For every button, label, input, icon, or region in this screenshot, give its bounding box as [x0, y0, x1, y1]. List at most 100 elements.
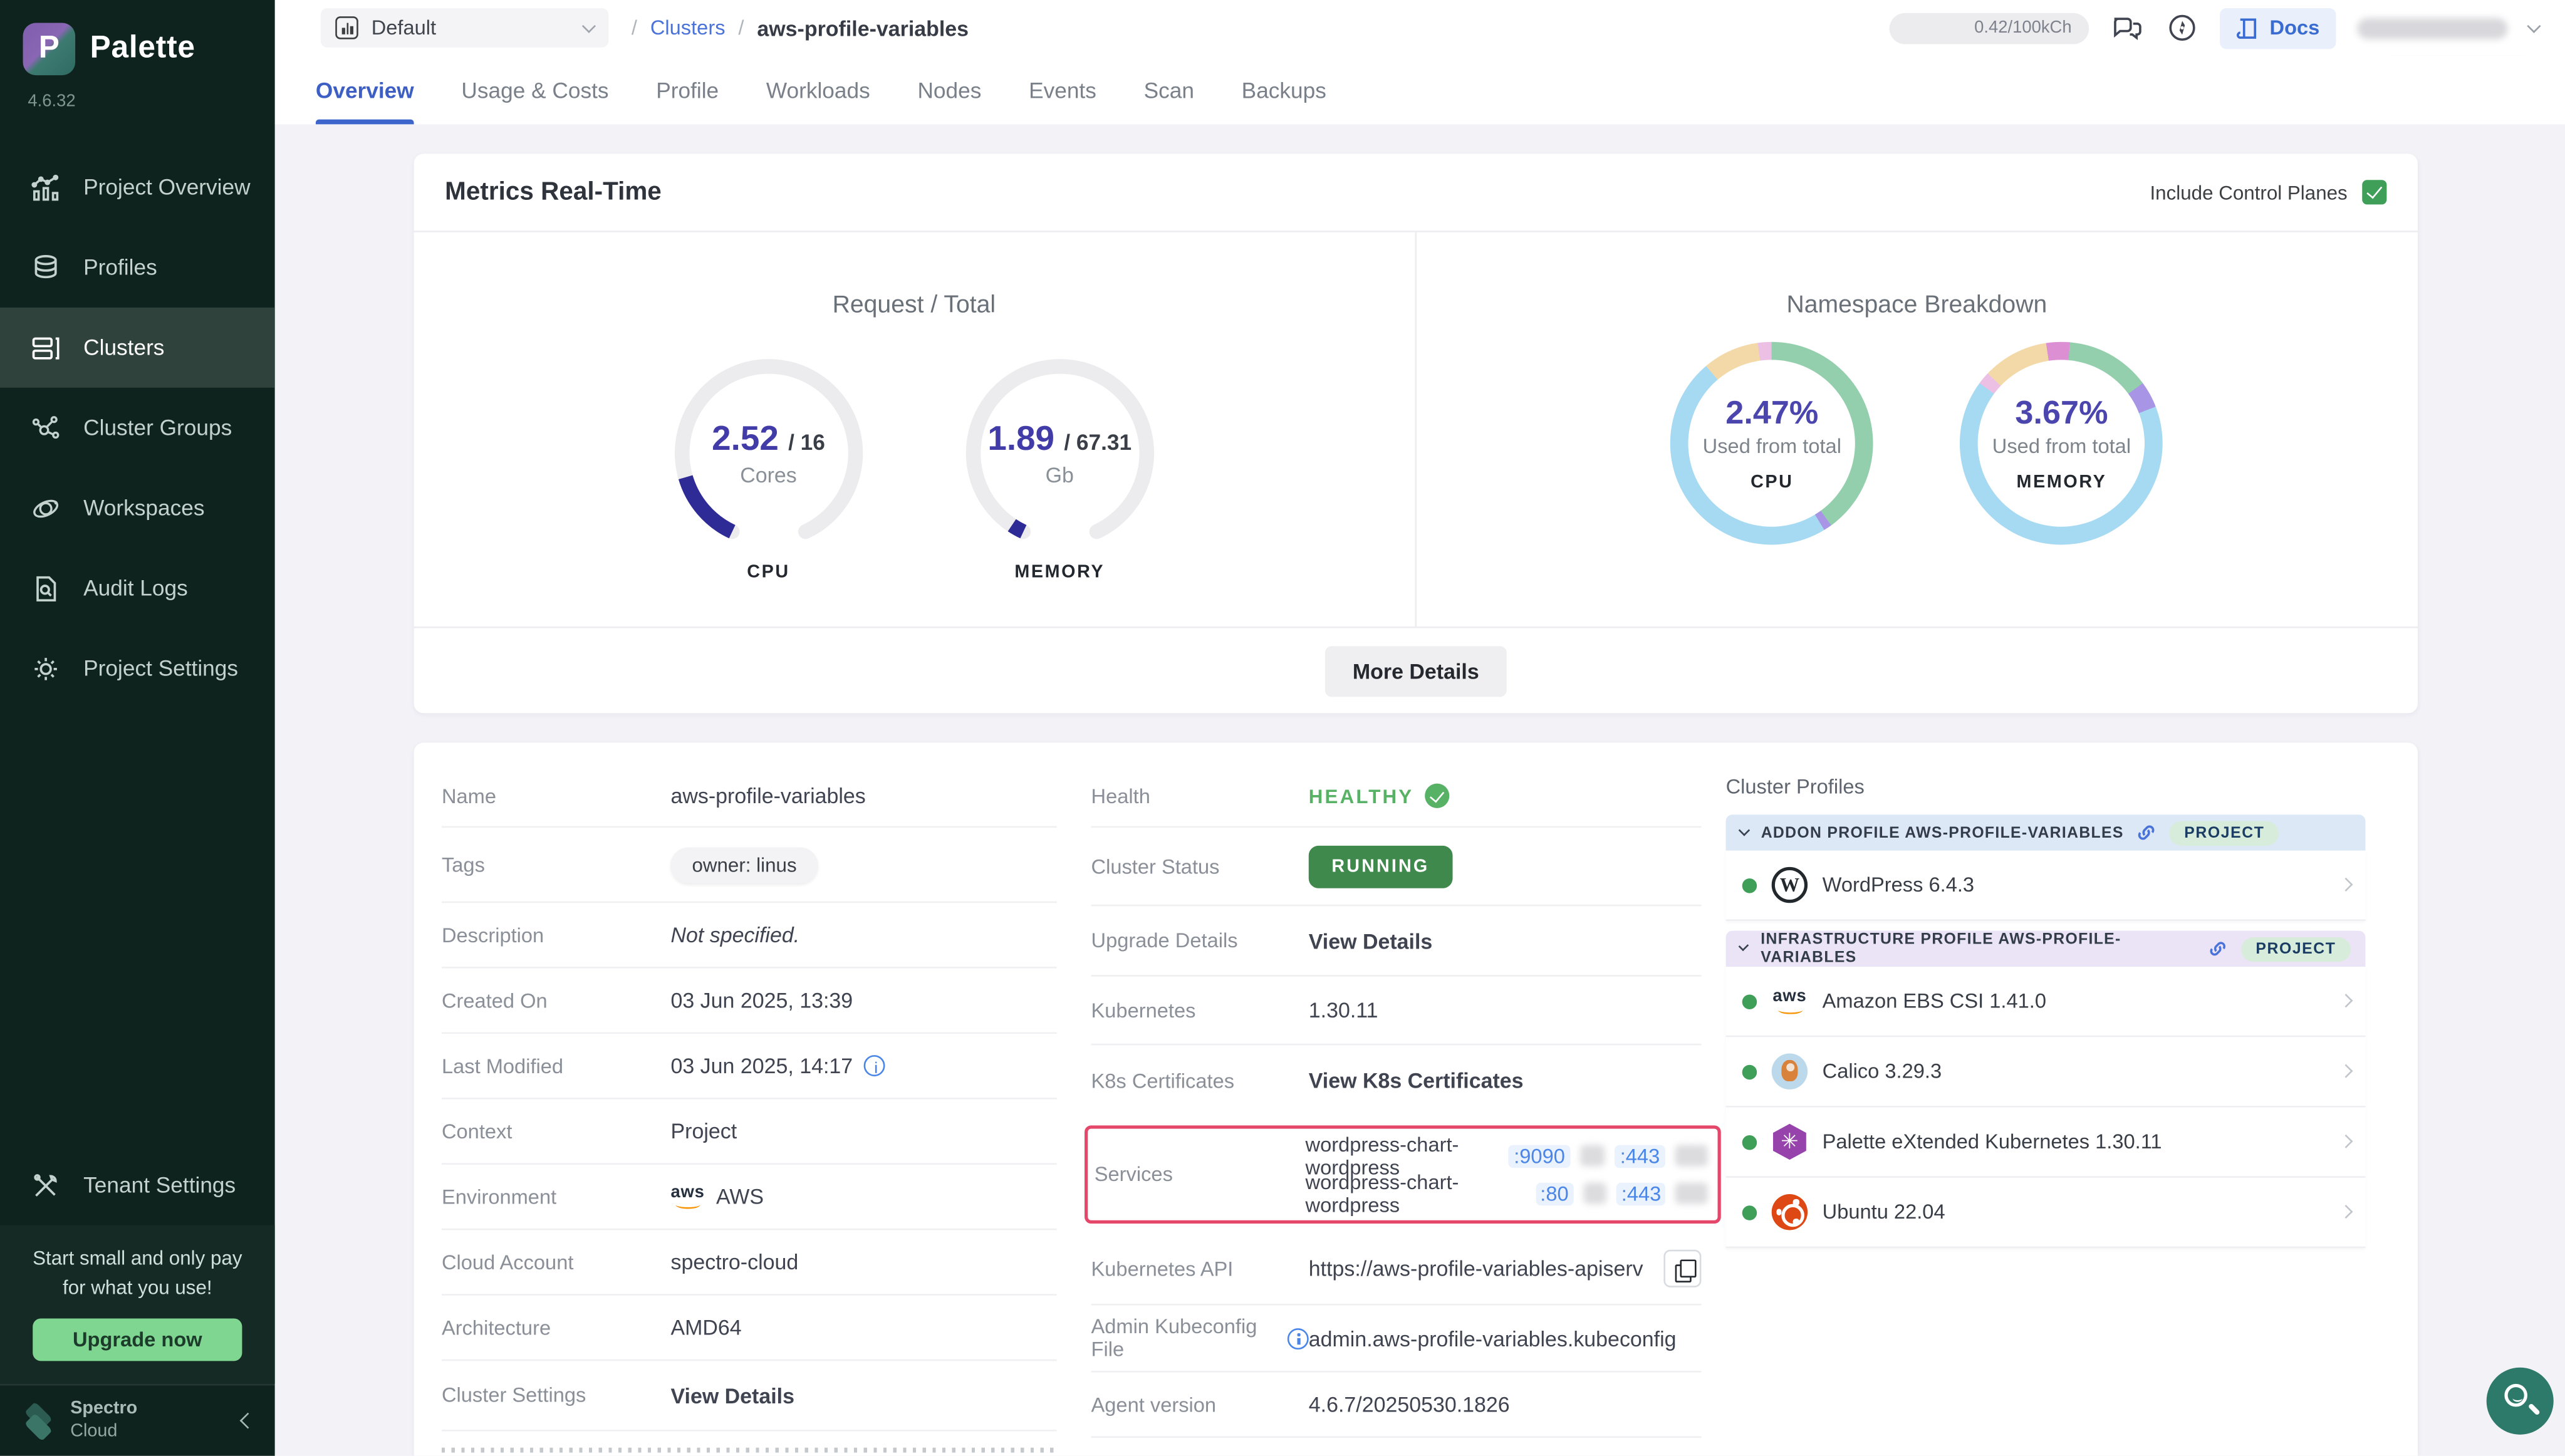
include-control-planes-label: Include Control Planes — [2150, 181, 2347, 204]
context-label: Context — [442, 1120, 671, 1143]
project-selector-value: Default — [372, 16, 436, 39]
info-icon[interactable] — [1288, 1328, 1309, 1349]
sidebar-bottom: Tenant Settings Start small and only pay… — [0, 1145, 275, 1456]
service-row: wordpress-chart-wordpress :9090 :443 — [1306, 1140, 1708, 1172]
namespace-breakdown-title: Namespace Breakdown — [1786, 291, 2047, 319]
sidebar-footer: Spectro Cloud — [0, 1384, 275, 1456]
service-port-link[interactable]: :80 — [1535, 1182, 1573, 1205]
details-left-column: Name aws-profile-variables Tags owner: l… — [442, 766, 1057, 1456]
k8s-certificates-label: K8s Certificates — [1091, 1069, 1309, 1092]
more-details-button[interactable]: More Details — [1324, 645, 1507, 696]
tags-label: Tags — [442, 853, 671, 876]
row-upgrade-details: Upgrade Details View Details — [1091, 906, 1702, 976]
sidebar-item-profiles[interactable]: Profiles — [0, 227, 275, 308]
namespace-cpu-label: CPU — [1751, 472, 1793, 491]
project-scope-icon — [335, 16, 358, 39]
admin-kubeconfig-link[interactable]: admin.aws-profile-variables.kubeconfig — [1309, 1326, 1677, 1350]
tab-events[interactable]: Events — [1029, 56, 1096, 125]
namespace-cpu-percent: 2.47% — [1725, 395, 1818, 433]
addon-profile-header[interactable]: ADDON PROFILE AWS-PROFILE-VARIABLES PROJ… — [1726, 814, 2366, 850]
namespace-cpu-text: 2.47% Used from total CPU — [1670, 342, 1873, 545]
cluster-status-label: Cluster Status — [1091, 855, 1309, 878]
row-kubernetes: Kubernetes 1.30.11 — [1091, 977, 1702, 1046]
include-control-planes-checkbox[interactable] — [2362, 180, 2386, 204]
support-widget-button[interactable] — [2487, 1368, 2554, 1435]
docs-button[interactable]: Docs — [2220, 8, 2336, 48]
sidebar-item-tenant-settings[interactable]: Tenant Settings — [0, 1145, 275, 1225]
health-value: HEALTHY — [1309, 784, 1414, 808]
infrastructure-profile-header[interactable]: INFRASTRUCTURE PROFILE AWS-PROFILE-VARIA… — [1726, 931, 2366, 967]
cluster-settings-view-details-link[interactable]: View Details — [670, 1383, 794, 1408]
memory-gauge-label: MEMORY — [1014, 563, 1105, 582]
namespace-memory-percent: 3.67% — [2015, 395, 2108, 433]
sidebar-item-project-overview[interactable]: Project Overview — [0, 147, 275, 227]
services-highlight-box: Services wordpress-chart-wordpress :9090… — [1085, 1125, 1721, 1224]
cloud-account-value: spectro-cloud — [670, 1250, 798, 1274]
breadcrumb-clusters-link[interactable]: Clusters — [650, 16, 726, 39]
cloud-account-label: Cloud Account — [442, 1251, 671, 1274]
collapse-sidebar-icon[interactable] — [240, 1413, 256, 1429]
upgrade-view-details-link[interactable]: View Details — [1309, 928, 1432, 953]
row-cluster-settings: Cluster Settings View Details — [442, 1361, 1057, 1431]
tab-profile[interactable]: Profile — [656, 56, 719, 125]
service-port-link[interactable]: :443 — [1615, 1144, 1665, 1167]
tab-backups[interactable]: Backups — [1242, 56, 1326, 125]
view-k8s-certificates-link[interactable]: View K8s Certificates — [1309, 1068, 1524, 1093]
service-port-link[interactable]: :9090 — [1509, 1144, 1569, 1167]
service-row: wordpress-chart-wordpress :80 :443 — [1306, 1178, 1708, 1209]
sidebar-item-clusters[interactable]: Clusters — [0, 308, 275, 388]
tools-icon — [29, 1169, 62, 1202]
profile-pack-palette-extended-kubernetes[interactable]: ✳ Palette eXtended Kubernetes 1.30.11 — [1726, 1108, 2366, 1178]
breadcrumb-separator: / — [632, 16, 637, 39]
breadcrumb-current: aws-profile-variables — [757, 16, 969, 40]
sidebar-item-label: Clusters — [83, 335, 164, 360]
kubernetes-label: Kubernetes — [1091, 999, 1309, 1022]
copy-icon[interactable] — [1663, 1250, 1701, 1287]
redacted-blob — [1676, 1183, 1708, 1204]
promo-line-2: for what you use! — [63, 1276, 212, 1299]
tab-overview[interactable]: Overview — [316, 56, 414, 125]
tab-usage-costs[interactable]: Usage & Costs — [461, 56, 608, 125]
profile-pack-amazon-ebs-csi[interactable]: aws Amazon EBS CSI 1.41.0 — [1726, 967, 2366, 1037]
include-control-planes: Include Control Planes — [2150, 180, 2386, 204]
sidebar-item-label: Profiles — [83, 255, 157, 279]
redacted-blob — [1583, 1183, 1606, 1204]
profile-pack-wordpress[interactable]: W WordPress 6.4.3 — [1726, 851, 2366, 921]
info-icon[interactable] — [864, 1055, 885, 1076]
feedback-chat-button[interactable] — [2111, 11, 2145, 44]
status-dot — [1742, 1064, 1757, 1078]
name-value: aws-profile-variables — [670, 784, 865, 808]
sidebar-item-workspaces[interactable]: Workspaces — [0, 468, 275, 548]
service-port-link[interactable]: :443 — [1616, 1182, 1666, 1205]
sidebar-item-project-settings[interactable]: Project Settings — [0, 628, 275, 709]
row-cloud-account: Cloud Account spectro-cloud — [442, 1230, 1057, 1295]
help-compass-button[interactable] — [2167, 11, 2199, 44]
row-created-on: Created On 03 Jun 2025, 13:39 — [442, 969, 1057, 1034]
chevron-down-icon[interactable] — [2527, 18, 2541, 32]
project-selector[interactable]: Default — [321, 8, 609, 48]
ubuntu-icon — [1772, 1194, 1808, 1230]
sidebar-item-cluster-groups[interactable]: Cluster Groups — [0, 388, 275, 468]
check-circle-icon — [1425, 784, 1450, 808]
last-modified-value: 03 Jun 2025, 14:17 — [670, 1053, 853, 1078]
tag-pill: owner: linus — [670, 846, 818, 882]
profile-pack-ubuntu[interactable]: Ubuntu 22.04 — [1726, 1178, 2366, 1248]
gear-icon — [29, 652, 62, 684]
name-label: Name — [442, 784, 671, 808]
tab-nodes[interactable]: Nodes — [917, 56, 981, 125]
profile-pack-calico[interactable]: Calico 3.29.3 — [1726, 1037, 2366, 1107]
running-status-badge: RUNNING — [1309, 845, 1452, 888]
pack-name: Palette eXtended Kubernetes 1.30.11 — [1823, 1130, 2162, 1153]
status-dot — [1742, 1135, 1757, 1149]
sidebar-item-audit-logs[interactable]: Audit Logs — [0, 548, 275, 628]
last-modified-label: Last Modified — [442, 1054, 671, 1078]
user-name-redacted[interactable] — [2357, 17, 2507, 38]
pxk-icon: ✳ — [1772, 1124, 1808, 1160]
tab-scan[interactable]: Scan — [1144, 56, 1194, 125]
spectro-cloud-name: Spectro Cloud — [70, 1398, 137, 1443]
chevron-down-icon — [1739, 825, 1750, 836]
tab-workloads[interactable]: Workloads — [766, 56, 870, 125]
footer-brand-bottom: Cloud — [70, 1421, 117, 1440]
chevron-right-icon — [2338, 1135, 2351, 1148]
upgrade-now-button[interactable]: Upgrade now — [33, 1318, 241, 1361]
